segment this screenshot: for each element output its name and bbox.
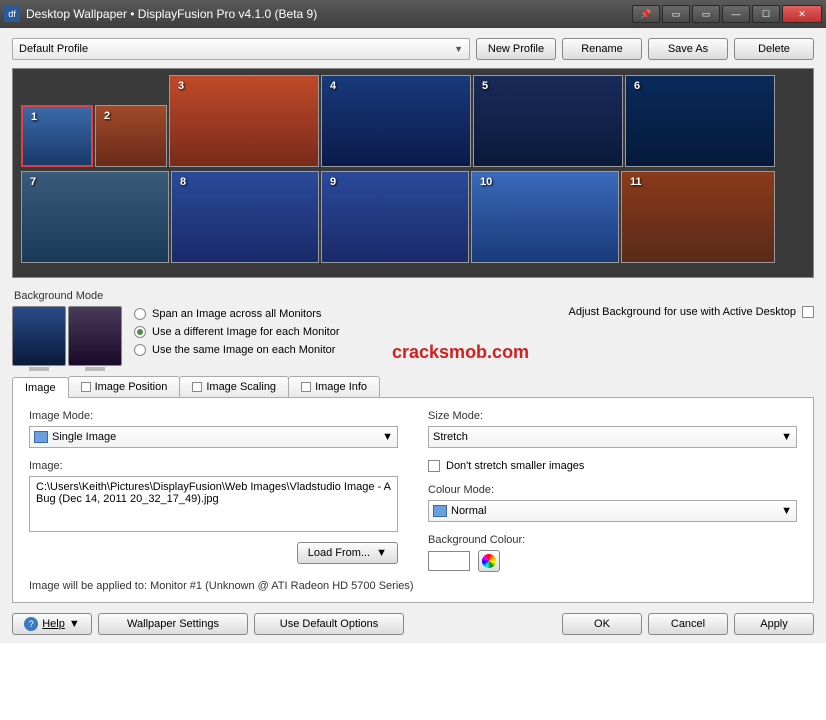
image-icon bbox=[433, 505, 447, 517]
monitor-5[interactable]: 5 bbox=[473, 75, 623, 167]
monitor-11[interactable]: 11 bbox=[621, 171, 775, 263]
wallpaper-settings-button[interactable]: Wallpaper Settings bbox=[98, 613, 248, 635]
bg-colour-swatch[interactable] bbox=[428, 551, 470, 571]
apply-button[interactable]: Apply bbox=[734, 613, 814, 635]
monitor-7[interactable]: 7 bbox=[21, 171, 169, 263]
image-mode-label: Image Mode: bbox=[29, 410, 398, 422]
square-icon bbox=[192, 382, 202, 392]
square-icon bbox=[81, 382, 91, 392]
radio-icon bbox=[134, 308, 146, 320]
image-icon bbox=[34, 431, 48, 443]
radio-same[interactable]: Use the same Image on each Monitor bbox=[134, 344, 340, 356]
delete-button[interactable]: Delete bbox=[734, 38, 814, 60]
monitor-6[interactable]: 6 bbox=[625, 75, 775, 167]
apply-status: Image will be applied to: Monitor #1 (Un… bbox=[29, 580, 797, 592]
rename-button[interactable]: Rename bbox=[562, 38, 642, 60]
min-restore-button[interactable]: ▭ bbox=[662, 5, 690, 23]
monitor-4[interactable]: 4 bbox=[321, 75, 471, 167]
help-icon: ? bbox=[24, 617, 38, 631]
chevron-down-icon: ▼ bbox=[781, 431, 792, 443]
monitor-3[interactable]: 3 bbox=[169, 75, 319, 167]
monitor-preview-area: 1 2 3 4 5 6 7 8 9 10 11 bbox=[12, 68, 814, 278]
cancel-button[interactable]: Cancel bbox=[648, 613, 728, 635]
load-from-button[interactable]: Load From... ▼ bbox=[297, 542, 398, 564]
square-icon bbox=[301, 382, 311, 392]
dont-stretch-row[interactable]: Don't stretch smaller images bbox=[428, 460, 797, 472]
size-mode-label: Size Mode: bbox=[428, 410, 797, 422]
profile-selected: Default Profile bbox=[19, 43, 88, 55]
chevron-down-icon: ▼ bbox=[454, 44, 463, 54]
dont-stretch-checkbox[interactable] bbox=[428, 460, 440, 472]
image-path-field[interactable]: C:\Users\Keith\Pictures\DisplayFusion\We… bbox=[29, 476, 398, 532]
tab-image-scaling[interactable]: Image Scaling bbox=[179, 376, 289, 397]
tab-strip: Image Image Position Image Scaling Image… bbox=[12, 376, 814, 398]
window-title: Desktop Wallpaper • DisplayFusion Pro v4… bbox=[26, 7, 632, 21]
use-default-button[interactable]: Use Default Options bbox=[254, 613, 404, 635]
new-profile-button[interactable]: New Profile bbox=[476, 38, 556, 60]
watermark: cracksmob.com bbox=[392, 342, 529, 363]
min-restore-button-2[interactable]: ▭ bbox=[692, 5, 720, 23]
bgmode-illustration bbox=[12, 306, 122, 366]
chevron-down-icon: ▼ bbox=[69, 618, 80, 630]
colour-mode-label: Colour Mode: bbox=[428, 484, 797, 496]
chevron-down-icon: ▼ bbox=[376, 547, 387, 559]
app-icon: df bbox=[4, 6, 20, 22]
colour-wheel-icon bbox=[482, 554, 496, 568]
image-mode-dropdown[interactable]: Single Image ▼ bbox=[29, 426, 398, 448]
radio-icon bbox=[134, 326, 146, 338]
close-button[interactable]: ✕ bbox=[782, 5, 822, 23]
chevron-down-icon: ▼ bbox=[382, 431, 393, 443]
tab-image-position[interactable]: Image Position bbox=[68, 376, 181, 397]
radio-icon bbox=[134, 344, 146, 356]
radio-span[interactable]: Span an Image across all Monitors bbox=[134, 308, 340, 320]
minimize-button[interactable]: — bbox=[722, 5, 750, 23]
ok-button[interactable]: OK bbox=[562, 613, 642, 635]
save-as-button[interactable]: Save As bbox=[648, 38, 728, 60]
monitor-8[interactable]: 8 bbox=[171, 171, 319, 263]
monitor-9[interactable]: 9 bbox=[321, 171, 469, 263]
image-label: Image: bbox=[29, 460, 398, 472]
titlebar: df Desktop Wallpaper • DisplayFusion Pro… bbox=[0, 0, 826, 28]
tab-image[interactable]: Image bbox=[12, 377, 69, 398]
monitor-2[interactable]: 2 bbox=[95, 105, 167, 167]
tab-image-info[interactable]: Image Info bbox=[288, 376, 380, 397]
monitor-10[interactable]: 10 bbox=[471, 171, 619, 263]
profile-combo[interactable]: Default Profile ▼ bbox=[12, 38, 470, 60]
monitor-1[interactable]: 1 bbox=[21, 105, 93, 167]
adjust-label: Adjust Background for use with Active De… bbox=[569, 306, 796, 318]
maximize-button[interactable]: ☐ bbox=[752, 5, 780, 23]
help-button[interactable]: ? Help ▼ bbox=[12, 613, 92, 635]
chevron-down-icon: ▼ bbox=[781, 505, 792, 517]
tab-panel-image: Image Mode: Single Image ▼ Image: C:\Use… bbox=[12, 398, 814, 603]
adjust-checkbox[interactable] bbox=[802, 306, 814, 318]
bgmode-label: Background Mode bbox=[14, 290, 814, 302]
size-mode-dropdown[interactable]: Stretch ▼ bbox=[428, 426, 797, 448]
pin-button[interactable]: 📌 bbox=[632, 5, 660, 23]
colour-picker-button[interactable] bbox=[478, 550, 500, 572]
radio-different[interactable]: Use a different Image for each Monitor bbox=[134, 326, 340, 338]
bg-colour-label: Background Colour: bbox=[428, 534, 797, 546]
colour-mode-dropdown[interactable]: Normal ▼ bbox=[428, 500, 797, 522]
